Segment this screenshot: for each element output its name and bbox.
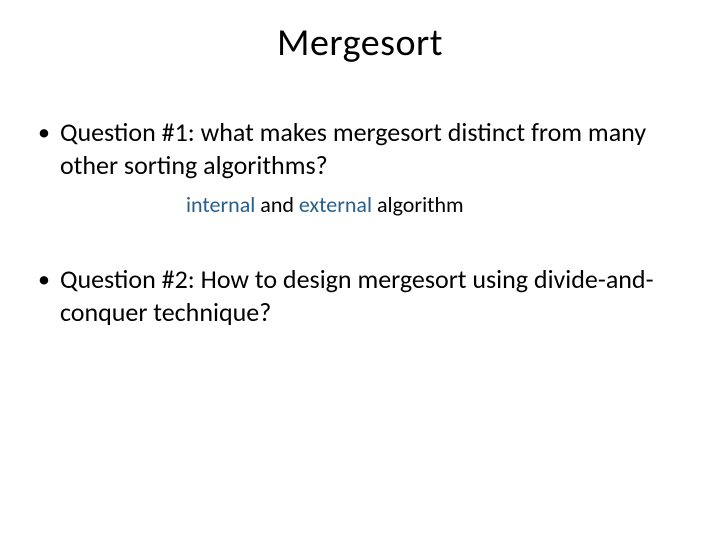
highlight-word-1: internal: [186, 191, 255, 218]
bullet-text: Question #2: How to design mergesort usi…: [60, 263, 682, 328]
slide: Mergesort • Question #1: what makes merg…: [0, 0, 720, 540]
slide-title: Mergesort: [0, 20, 720, 66]
bullet-item-1: • Question #1: what makes mergesort dist…: [38, 116, 682, 181]
highlight-word-2: external: [299, 191, 372, 218]
subline-tail: algorithm: [372, 191, 464, 218]
bullet-marker-icon: •: [38, 263, 50, 297]
bullet-marker-icon: •: [38, 116, 50, 150]
subline-mid: and: [255, 191, 299, 218]
bullet-text: Question #1: what makes mergesort distin…: [60, 116, 682, 181]
answer-subline: internal and external algorithm: [38, 191, 682, 218]
slide-content: • Question #1: what makes mergesort dist…: [0, 116, 720, 328]
bullet-item-2: • Question #2: How to design mergesort u…: [38, 263, 682, 328]
